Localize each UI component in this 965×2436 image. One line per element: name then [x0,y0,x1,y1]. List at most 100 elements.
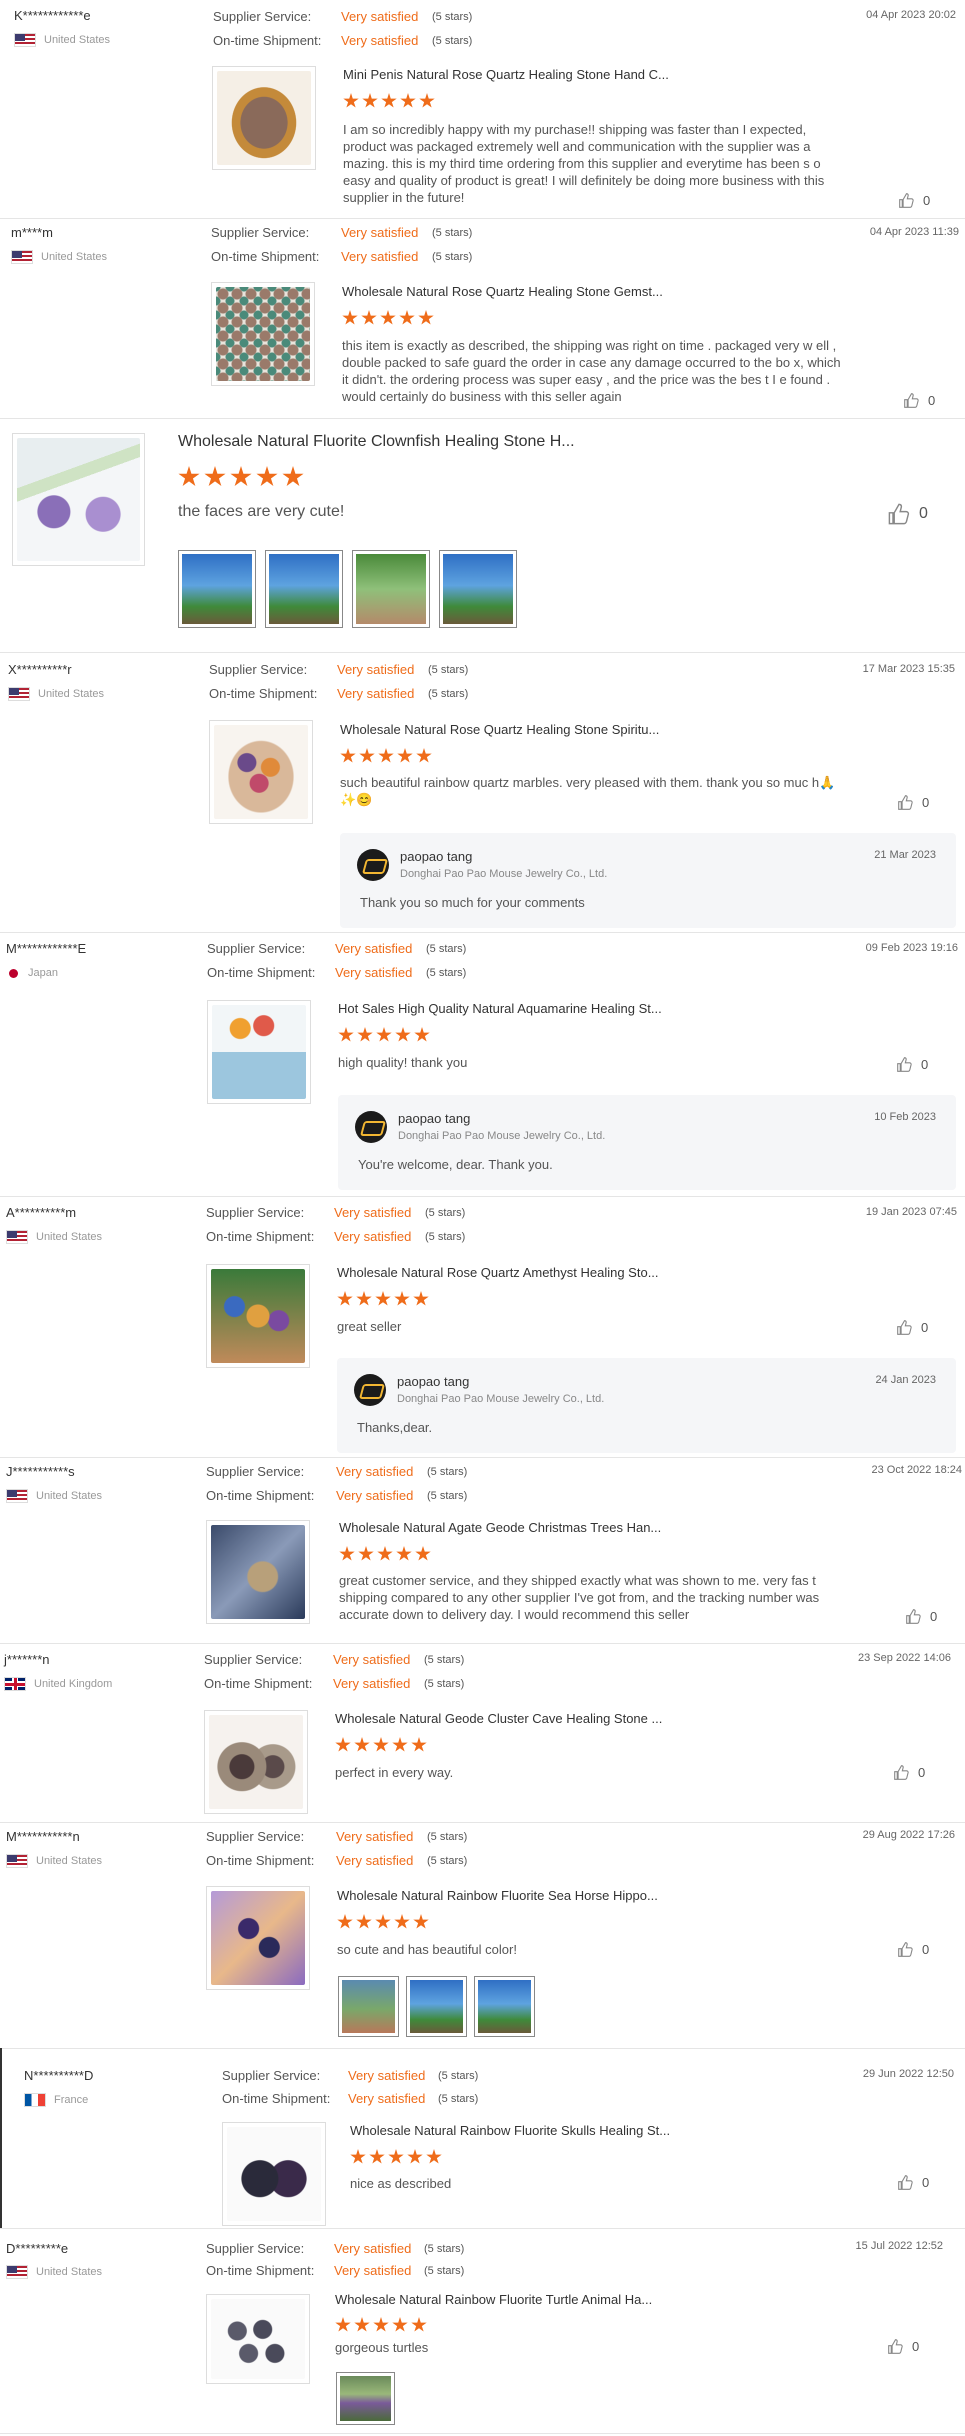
shipment-rating: Very satisfied [334,2263,412,2278]
review-photo[interactable] [406,1976,467,2037]
shipment-stars: (5 stars) [427,1490,468,1502]
shipment-label: On-time Shipment: [204,1676,313,1691]
like-button[interactable]: 0 [897,1941,929,1958]
seller-name: paopao tang [397,1374,470,1389]
like-button[interactable]: 0 [897,794,929,811]
product-title-link[interactable]: Wholesale Natural Rose Quartz Healing St… [340,722,659,737]
rating-stars [340,748,432,764]
country-label: United States [36,2266,103,2278]
buyer-name: J***********s [6,1464,75,1479]
supplier-service-stars: (5 stars) [427,1466,468,1478]
supplier-service-stars: (5 stars) [424,2243,465,2255]
rating-stars [178,466,304,488]
like-count: 0 [923,193,931,208]
us-flag-icon [14,33,36,47]
shipment-label: On-time Shipment: [207,965,316,980]
seller-name: paopao tang [398,1111,471,1126]
product-thumbnail[interactable] [204,1710,308,1814]
supplier-service-rating: Very satisfied [337,662,415,677]
country-label: United Kingdom [34,1678,113,1690]
country-label: Japan [28,967,58,979]
product-title-link[interactable]: Wholesale Natural Fluorite Clownfish Hea… [178,433,575,451]
country-label: United States [38,688,105,700]
product-thumbnail[interactable] [212,66,316,170]
shipment-stars: (5 stars) [432,35,473,47]
us-flag-icon [8,687,30,701]
review-text: great seller [337,1319,402,1334]
product-title-link[interactable]: Wholesale Natural Rose Quartz Amethyst H… [337,1265,659,1280]
product-title-link[interactable]: Wholesale Natural Agate Geode Christmas … [339,1520,661,1535]
like-button[interactable]: 0 [903,392,935,409]
thumbs-up-icon [894,1765,909,1780]
buyer-name: M************E [6,941,87,956]
supplier-service-rating: Very satisfied [333,1652,411,1667]
product-thumbnail[interactable] [207,1000,311,1104]
reply-text: Thanks,dear. [357,1420,433,1435]
product-thumbnail[interactable] [211,282,315,386]
review-photo[interactable] [474,1976,535,2037]
like-button[interactable]: 0 [896,1056,928,1073]
like-button[interactable]: 0 [905,1608,937,1625]
rating-stars [337,1914,429,1930]
supplier-service-rating: Very satisfied [341,225,419,240]
like-count: 0 [922,795,930,810]
rating-stars [338,1027,430,1043]
like-count: 0 [922,2175,930,2190]
shipment-stars: (5 stars) [427,1855,468,1867]
like-button[interactable]: 0 [897,2174,929,2191]
product-title-link[interactable]: Wholesale Natural Rainbow Fluorite Sea H… [337,1888,658,1903]
product-thumbnail[interactable] [206,1886,310,1990]
buyer-name: M***********n [6,1829,80,1844]
review-text: this item is exactly as described, the s… [342,338,841,404]
product-title-link[interactable]: Wholesale Natural Rose Quartz Healing St… [342,284,663,299]
reply-date: 21 Mar 2023 [874,849,936,861]
review-date: 23 Sep 2022 14:06 [858,1652,951,1664]
thumbs-up-icon [897,1320,912,1335]
product-title-link[interactable]: Mini Penis Natural Rose Quartz Healing S… [343,67,669,82]
supplier-service-rating: Very satisfied [341,9,419,24]
product-thumbnail[interactable] [206,1264,310,1368]
review-photo[interactable] [439,550,517,628]
review-text: nice as described [350,2176,452,2191]
product-thumbnail[interactable] [206,1520,310,1624]
shipment-label: On-time Shipment: [206,1229,315,1244]
like-button[interactable]: 0 [887,502,928,526]
product-thumbnail[interactable] [206,2294,310,2384]
shipment-stars: (5 stars) [424,2265,465,2277]
reply-text: Thank you so much for your comments [360,895,585,910]
thumbs-up-icon [888,2339,903,2354]
product-title-link[interactable]: Hot Sales High Quality Natural Aquamarin… [338,1001,662,1016]
product-title-link[interactable]: Wholesale Natural Rainbow Fluorite Turtl… [335,2292,652,2307]
review-text: the faces are very cute! [178,503,345,520]
review-date: 17 Mar 2023 15:35 [862,663,955,675]
rating-stars [342,310,434,326]
supplier-service-stars: (5 stars) [425,1207,466,1219]
like-button[interactable]: 0 [896,1319,928,1336]
thumbs-up-icon [898,1942,913,1957]
product-title-link[interactable]: Wholesale Natural Rainbow Fluorite Skull… [350,2123,670,2138]
product-thumbnail[interactable] [222,2122,326,2226]
like-button[interactable]: 0 [887,2338,919,2355]
product-title-link[interactable]: Wholesale Natural Geode Cluster Cave Hea… [335,1711,662,1726]
review-photo[interactable] [338,1976,399,2037]
seller-reply: paopao tang Donghai Pao Pao Mouse Jewelr… [337,1358,956,1453]
country-label: United States [36,1231,103,1243]
product-thumbnail[interactable] [12,433,145,566]
buyer-name: j*******n [4,1652,50,1667]
supplier-service-rating: Very satisfied [336,1464,414,1479]
review-photo[interactable] [336,2372,395,2425]
supplier-service-label: Supplier Service: [222,2068,321,2083]
review-photo[interactable] [178,550,256,628]
review-date: 09 Feb 2023 19:16 [865,942,958,954]
review-photo[interactable] [265,550,343,628]
france-flag-icon [24,2093,46,2107]
country-label: France [54,2094,89,2106]
like-button[interactable]: 0 [893,1764,925,1781]
review-text: perfect in every way. [335,1765,454,1780]
uk-flag-icon [4,1677,26,1691]
product-thumbnail[interactable] [209,720,313,824]
us-flag-icon [6,2265,28,2279]
review-photo[interactable] [352,550,430,628]
buyer-country: United States [6,1230,102,1244]
like-button[interactable]: 0 [898,192,930,209]
